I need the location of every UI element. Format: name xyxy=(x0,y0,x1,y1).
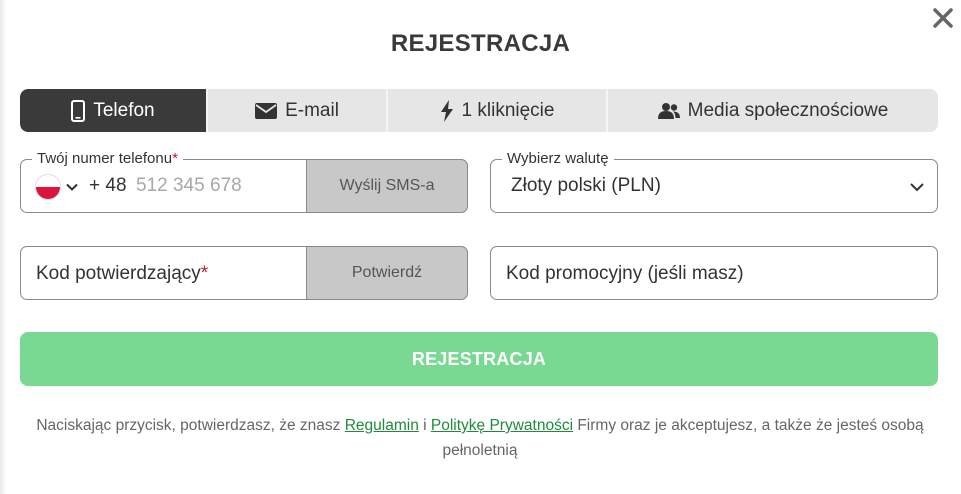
registration-tabs: Telefon E-mail 1 kliknięcie Media społec… xyxy=(20,89,938,132)
required-mark: * xyxy=(172,150,178,167)
users-icon xyxy=(657,102,680,119)
phone-input[interactable] xyxy=(136,171,306,201)
tab-label: E-mail xyxy=(285,99,339,121)
promo-code-placeholder: Kod promocyjny (jeśli masz) xyxy=(506,263,744,284)
poland-flag-icon[interactable] xyxy=(36,175,60,199)
send-sms-button[interactable]: Wyślij SMS-a xyxy=(306,159,468,213)
promo-code-field[interactable]: Kod promocyjny (jeśli masz) xyxy=(490,246,938,300)
tab-label: 1 kliknięcie xyxy=(461,99,555,121)
close-button[interactable] xyxy=(930,5,956,31)
terms-link[interactable]: Regulamin xyxy=(345,417,419,434)
phone-field: Twój numer telefonu* + 48 Wyślij SMS-a xyxy=(20,150,468,213)
currency-select[interactable]: Wybierz walutę Złoty polski (PLN) xyxy=(490,150,938,213)
chevron-down-icon xyxy=(910,183,924,192)
dial-code: + 48 xyxy=(89,175,127,196)
privacy-policy-link[interactable]: Politykę Prywatności xyxy=(431,417,573,434)
phone-icon xyxy=(71,99,86,122)
modal-shadow xyxy=(0,0,6,494)
tab-email[interactable]: E-mail xyxy=(208,89,388,132)
legal-notice: Naciskając przycisk, potwierdzasz, że zn… xyxy=(15,413,945,463)
tab-label: Media społecznościowe xyxy=(687,99,889,121)
confirmation-label-text: Kod potwierdzający xyxy=(36,263,201,284)
phone-field-label: Twój numer telefonu* xyxy=(32,150,183,168)
legal-text-between: i xyxy=(418,417,431,434)
tab-social-media[interactable]: Media społecznościowe xyxy=(608,89,938,132)
registration-modal: REJESTRACJA Telefon E-mail 1 kliknięcie xyxy=(0,0,961,494)
confirmation-code-placeholder: Kod potwierdzający* xyxy=(36,263,208,285)
confirm-button[interactable]: Potwierdź xyxy=(306,246,468,300)
lightning-icon xyxy=(440,99,453,122)
currency-field-label: Wybierz walutę xyxy=(502,150,614,168)
tab-one-click[interactable]: 1 kliknięcie xyxy=(388,89,608,132)
phone-label-text: Twój numer telefonu xyxy=(37,150,173,167)
confirmation-code-field[interactable]: Kod potwierdzający* Potwierdź xyxy=(20,246,468,300)
envelope-icon xyxy=(255,102,278,119)
legal-text-before: Naciskając przycisk, potwierdzasz, że zn… xyxy=(36,417,345,434)
tab-label: Telefon xyxy=(93,99,155,121)
modal-title: REJESTRACJA xyxy=(390,30,571,57)
tab-phone[interactable]: Telefon xyxy=(20,89,208,132)
chevron-down-icon[interactable] xyxy=(65,180,79,194)
required-mark: * xyxy=(200,263,209,284)
register-button[interactable]: REJESTRACJA xyxy=(20,332,938,386)
close-icon xyxy=(933,8,953,28)
currency-value: Złoty polski (PLN) xyxy=(511,175,661,196)
